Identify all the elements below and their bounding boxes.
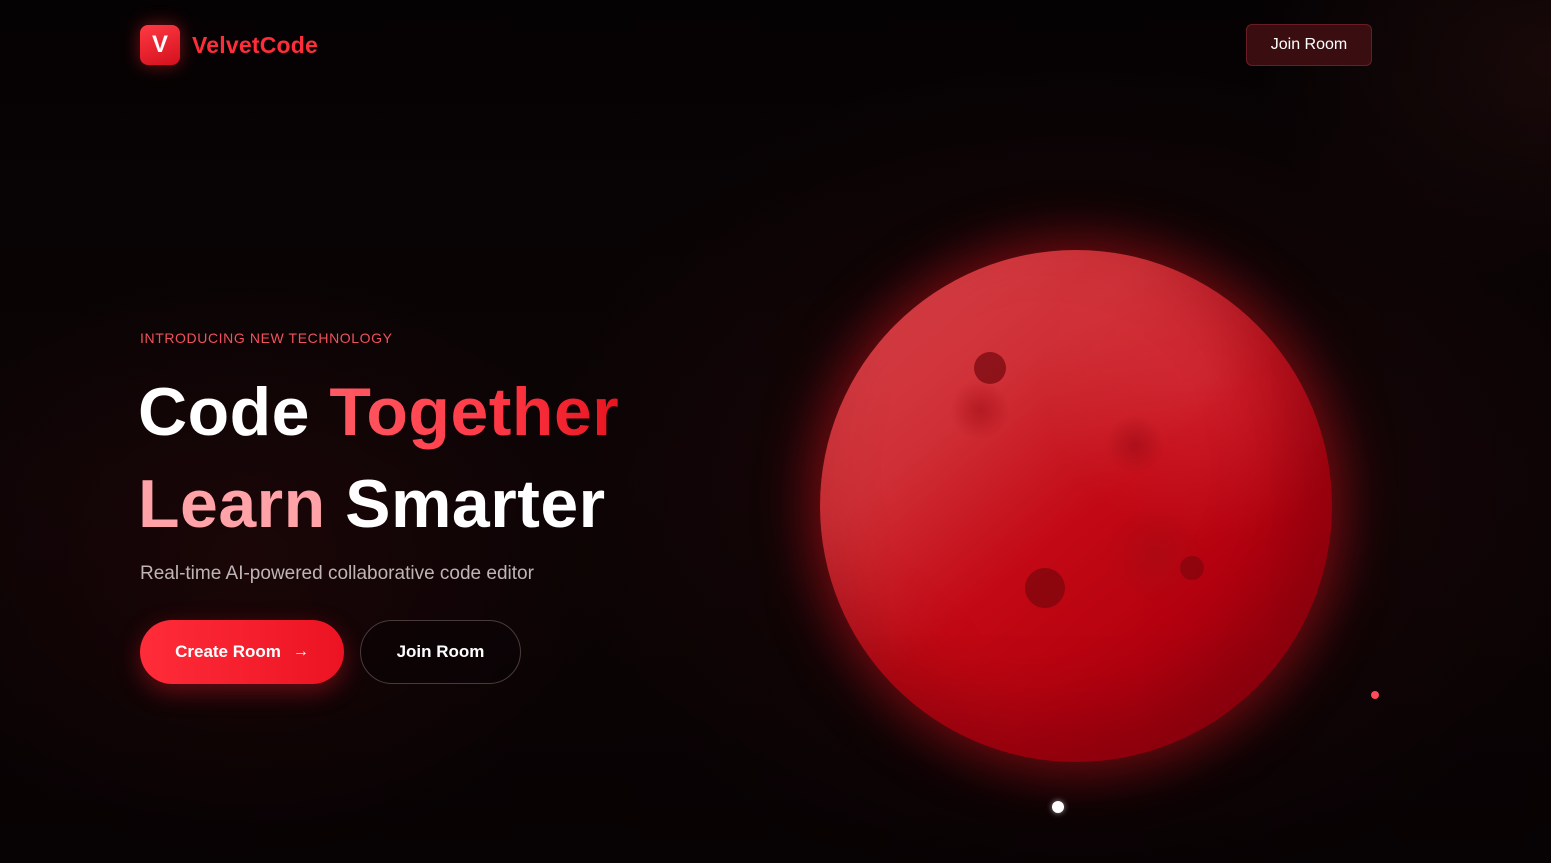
headline-line-2: Learn Smarter — [138, 458, 619, 550]
create-room-label: Create Room — [175, 642, 281, 661]
hero-eyebrow: INTRODUCING NEW TECHNOLOGY — [140, 330, 393, 346]
planet-crater — [1025, 568, 1065, 608]
headline-line-1: Code Together — [138, 366, 619, 458]
logo-mark-icon: V — [140, 25, 180, 65]
planet-crater — [1105, 415, 1165, 475]
brand-name: VelvetCode — [192, 31, 318, 58]
arrow-right-icon: → — [292, 643, 309, 660]
brand-logo[interactable]: V VelvetCode — [140, 25, 318, 65]
headline-word-learn: Learn — [138, 466, 326, 542]
landing-page: V VelvetCode Join Room INTRODUCING NEW T… — [0, 0, 1551, 863]
decorative-star-dot — [1052, 801, 1064, 813]
hero-subtitle: Real-time AI-powered collaborative code … — [140, 563, 534, 584]
decorative-red-dot — [1371, 691, 1379, 699]
headline-word-together: Together — [329, 374, 620, 450]
join-room-button[interactable]: Join Room — [360, 620, 521, 684]
header-join-room-button[interactable]: Join Room — [1246, 24, 1372, 66]
planet-crater — [1180, 556, 1204, 580]
headline-word-smarter: Smarter — [345, 466, 606, 542]
planet-crater — [974, 352, 1006, 384]
hero-headline: Code Together Learn Smarter — [138, 366, 619, 550]
planet-crater — [1105, 505, 1205, 605]
planet-illustration — [820, 250, 1332, 762]
create-room-button[interactable]: Create Room → — [140, 620, 344, 684]
headline-word-code: Code — [138, 374, 310, 450]
planet-crater — [950, 380, 1010, 440]
